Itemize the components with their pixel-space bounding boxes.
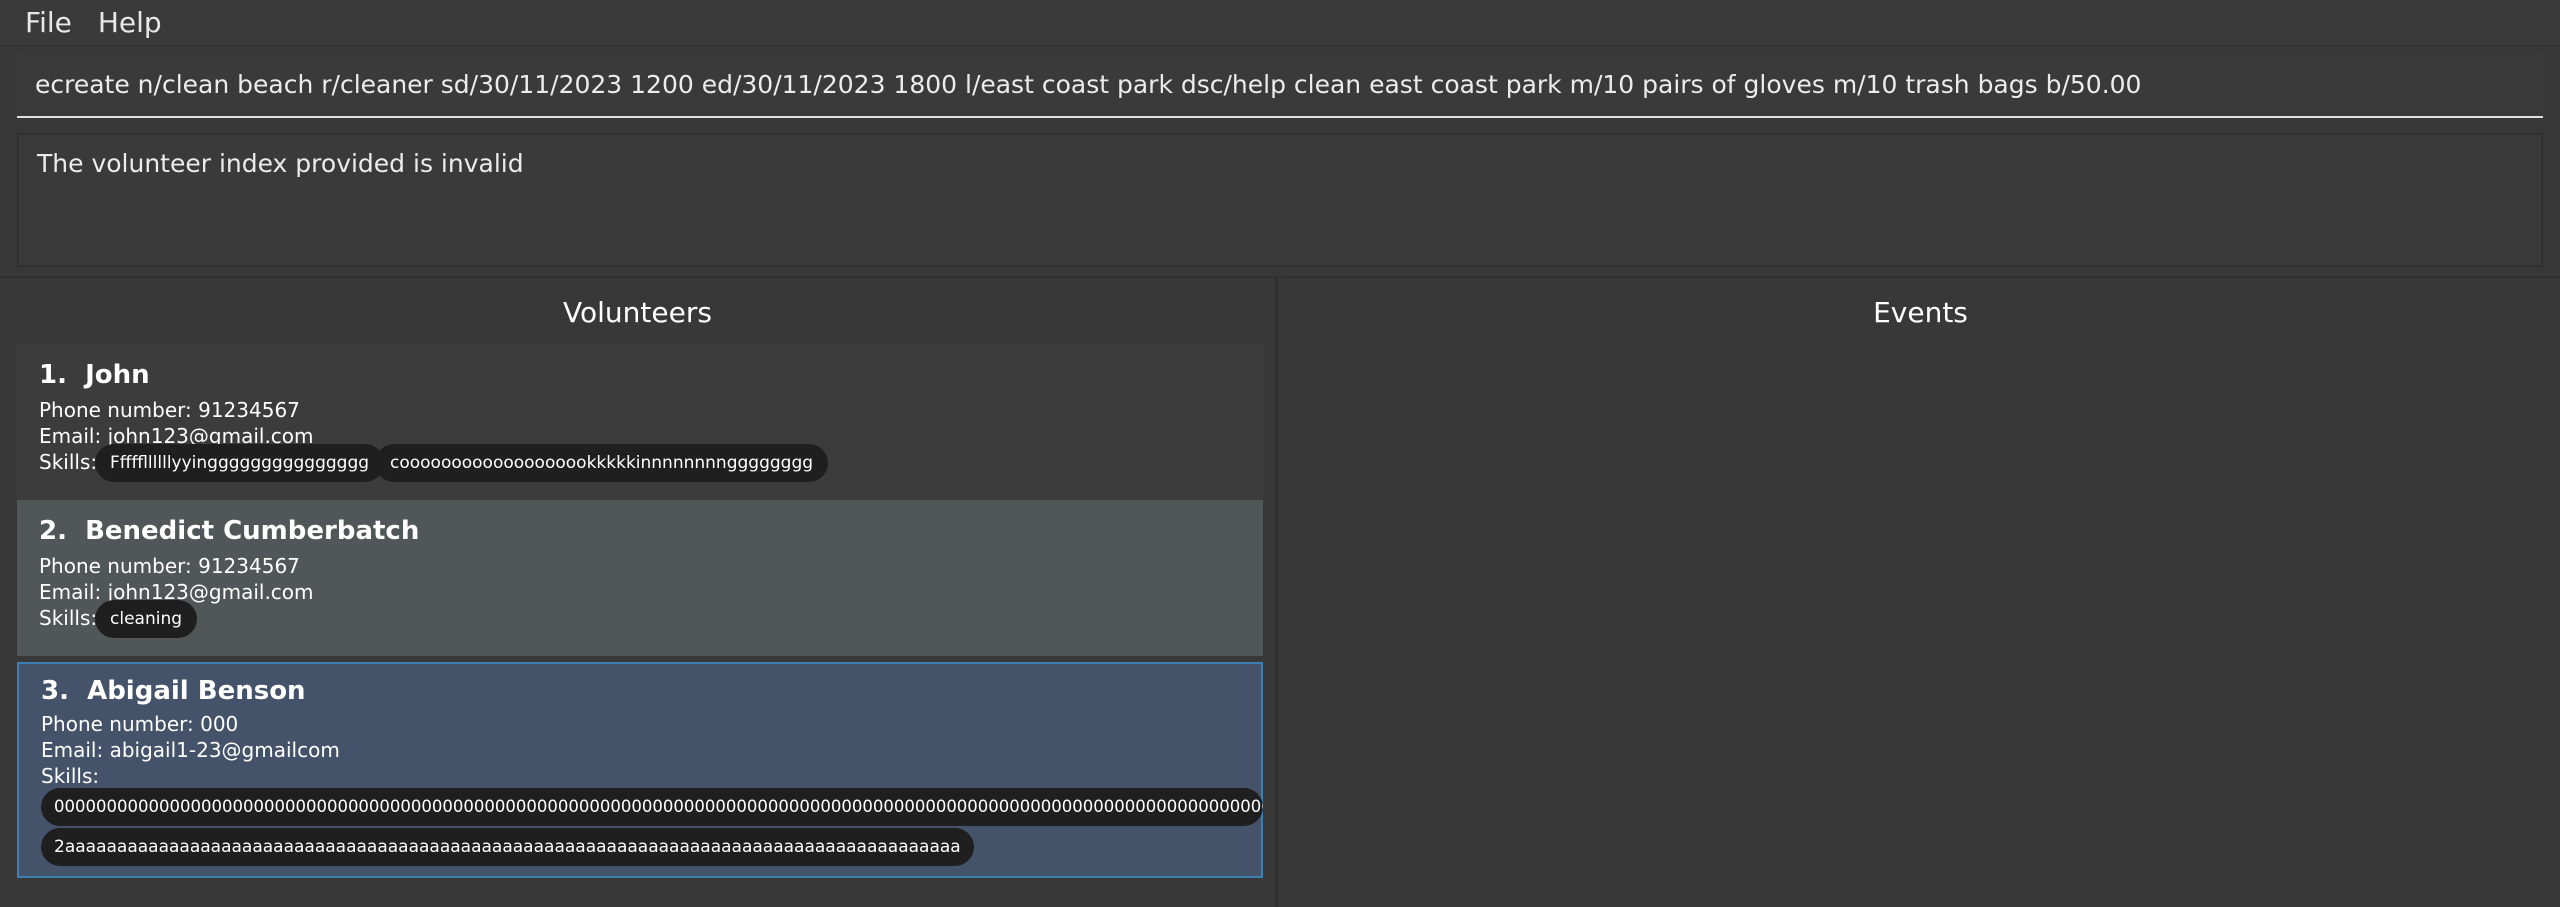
volunteer-phone: Phone number: 000: [41, 712, 239, 736]
menu-help[interactable]: Help: [85, 0, 175, 46]
skill-tag: 0000000000000000000000000000000000000000…: [41, 788, 1263, 826]
volunteer-name: 1. John: [39, 360, 150, 390]
menu-bar: File Help: [0, 0, 2560, 46]
volunteer-email: Email: abigail1-23@gmailcom: [41, 738, 340, 762]
result-message: The volunteer index provided is invalid: [37, 149, 524, 178]
volunteer-card[interactable]: 2. Benedict Cumberbatch Phone number: 91…: [17, 500, 1263, 656]
volunteer-name: 2. Benedict Cumberbatch: [39, 516, 420, 546]
volunteer-name: 3. Abigail Benson: [41, 676, 306, 706]
event-panel-title: Events: [1873, 296, 1968, 329]
volunteer-skills-label: Skills:: [39, 450, 98, 474]
command-input[interactable]: [17, 52, 2543, 118]
skill-tag: cooooooooooooooooookkkkkinnnnnnnnggggggg…: [375, 444, 829, 482]
event-panel: Events: [1281, 276, 2560, 907]
volunteer-skills-label: Skills:: [41, 764, 100, 788]
command-area: [0, 48, 2560, 128]
volunteer-card[interactable]: 1. John Phone number: 91234567 Email: jo…: [17, 344, 1263, 500]
volunteer-panel: Volunteers 1. John Phone number: 9123456…: [0, 276, 1278, 907]
volunteer-phone: Phone number: 91234567: [39, 554, 300, 578]
skill-tag: Fffffllllllyyinggggggggggggggg: [95, 444, 385, 482]
volunteer-skills-label: Skills:: [39, 606, 98, 630]
menu-file[interactable]: File: [0, 0, 85, 46]
volunteer-card-selected[interactable]: 3. Abigail Benson Phone number: 000 Emai…: [17, 662, 1263, 878]
skill-tag: cleaning: [95, 600, 198, 638]
volunteer-panel-title: Volunteers: [563, 296, 712, 329]
result-display: The volunteer index provided is invalid: [17, 133, 2543, 267]
skill-tag: 2aaaaaaaaaaaaaaaaaaaaaaaaaaaaaaaaaaaaaaa…: [41, 828, 974, 866]
volunteer-phone: Phone number: 91234567: [39, 398, 300, 422]
